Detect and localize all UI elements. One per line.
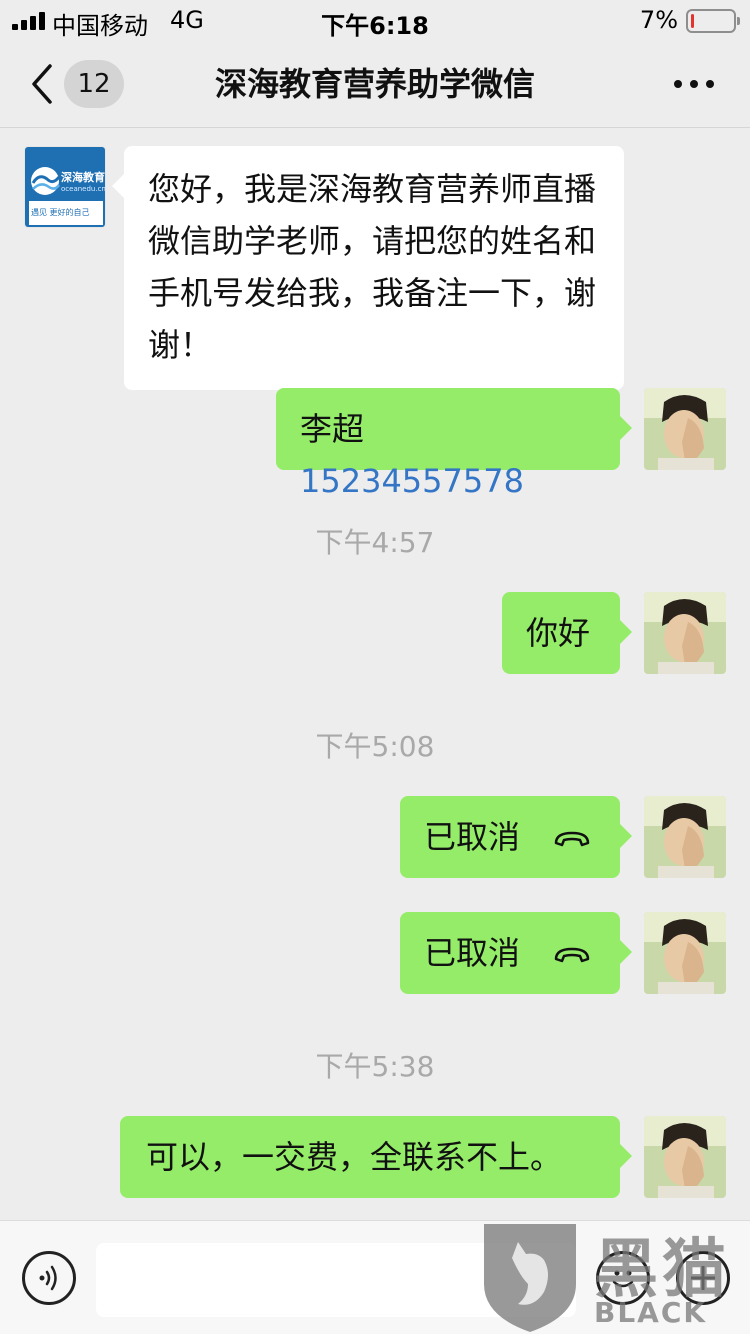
- my-avatar[interactable]: [644, 1116, 726, 1198]
- profile-photo-icon: [644, 1116, 726, 1198]
- received-message[interactable]: 您好，我是深海教育营养师直播微信助学老师，请把您的姓名和手机号发给我，我备注一下…: [112, 146, 624, 390]
- more-dots-icon: [674, 80, 682, 88]
- call-record-message[interactable]: 已取消: [400, 796, 632, 878]
- emoji-button[interactable]: [596, 1251, 650, 1305]
- message-text: 可以，一交费，全联系不上。: [146, 1138, 563, 1176]
- phone-number-link[interactable]: 15234557578: [300, 462, 524, 500]
- contact-avatar[interactable]: 深海教育 oceanedu.cn 遇见 更好的自己: [24, 146, 106, 228]
- my-avatar[interactable]: [644, 796, 726, 878]
- battery-icon: [686, 9, 740, 33]
- message-timestamp: 下午5:08: [315, 730, 435, 763]
- call-status-text: 已取消: [424, 818, 521, 856]
- battery-fill: [691, 14, 694, 28]
- back-button[interactable]: [28, 62, 58, 106]
- status-time: 下午6:18: [321, 12, 429, 40]
- message-text: 您好，我是深海教育营养师直播微信助学老师，请把您的姓名和手机号发给我，我备注一下…: [148, 170, 597, 364]
- voice-icon: [39, 1265, 57, 1291]
- plus-icon: [691, 1266, 715, 1290]
- sent-message[interactable]: 李超 15234557578: [276, 388, 632, 500]
- message-timestamp: 下午4:57: [315, 526, 435, 559]
- profile-photo-icon: [644, 592, 726, 674]
- input-bar: [0, 1220, 750, 1334]
- more-options-button[interactable]: [674, 76, 714, 92]
- sent-message[interactable]: 可以，一交费，全联系不上。: [120, 1116, 632, 1198]
- voice-input-button[interactable]: [22, 1251, 76, 1305]
- message-list[interactable]: 深海教育 oceanedu.cn 遇见 更好的自己 您好，我是深海教育营养师直播…: [0, 129, 750, 1220]
- chat-header: 12 深海教育营养助学微信: [0, 40, 750, 128]
- profile-photo-icon: [644, 912, 726, 994]
- call-status-text: 已取消: [424, 934, 521, 972]
- message-timestamp: 下午5:38: [315, 1050, 435, 1083]
- chevron-left-icon: [32, 64, 52, 104]
- phone-hangup-icon: [554, 831, 590, 847]
- avatar-brand-text: 深海教育: [61, 171, 105, 184]
- battery-percent: 7%: [639, 6, 678, 34]
- avatar-slogan-text: 遇见 更好的自己: [31, 208, 90, 217]
- call-record-message[interactable]: 已取消: [400, 912, 632, 994]
- profile-photo-icon: [644, 388, 726, 470]
- emoji-icon: [612, 1270, 634, 1288]
- message-text: 你好: [526, 614, 591, 652]
- phone-hangup-icon: [554, 947, 590, 963]
- profile-photo-icon: [644, 796, 726, 878]
- sent-message[interactable]: 你好: [502, 592, 632, 674]
- more-functions-button[interactable]: [676, 1251, 730, 1305]
- my-avatar[interactable]: [644, 912, 726, 994]
- chat-title: 深海教育营养助学微信: [214, 65, 535, 103]
- avatar-domain-text: oceanedu.cn: [61, 185, 106, 193]
- unread-count-badge[interactable]: 12: [64, 60, 124, 108]
- my-avatar[interactable]: [644, 592, 726, 674]
- contact-name-text: 李超: [300, 410, 365, 448]
- message-input[interactable]: [96, 1243, 576, 1317]
- my-avatar[interactable]: [644, 388, 726, 470]
- status-bar: 中国移动 4G 下午6:18 7%: [0, 0, 750, 40]
